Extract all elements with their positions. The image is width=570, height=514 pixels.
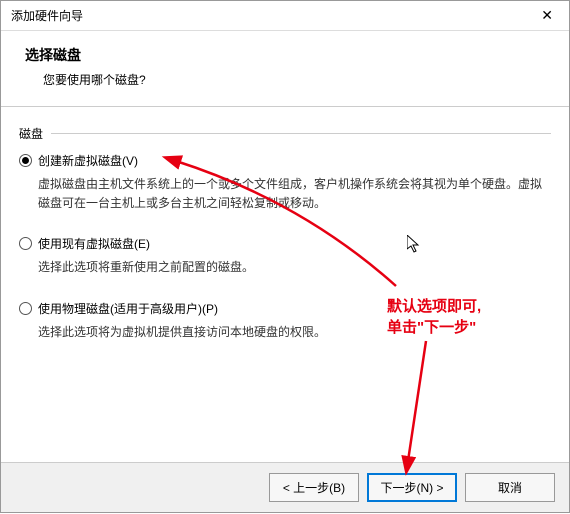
next-button[interactable]: 下一步(N) > (367, 473, 457, 502)
radio-icon (19, 237, 32, 250)
window-title: 添加硬件向导 (11, 7, 83, 24)
radio-create-disk[interactable]: 创建新虚拟磁盘(V) (19, 152, 551, 169)
radio-existing-disk[interactable]: 使用现有虚拟磁盘(E) (19, 235, 551, 252)
radio-icon (19, 154, 32, 167)
page-subtitle: 您要使用哪个磁盘? (43, 71, 545, 88)
option-description: 选择此选项将重新使用之前配置的磁盘。 (38, 258, 551, 277)
radio-icon (19, 302, 32, 315)
fieldset-label: 磁盘 (19, 127, 43, 141)
option-label: 创建新虚拟磁盘(V) (38, 152, 138, 169)
page-title: 选择磁盘 (25, 45, 545, 65)
divider (51, 133, 551, 134)
cancel-button[interactable]: 取消 (465, 473, 555, 502)
back-button[interactable]: < 上一步(B) (269, 473, 359, 502)
option-label: 使用现有虚拟磁盘(E) (38, 235, 150, 252)
option-label: 使用物理磁盘(适用于高级用户)(P) (38, 300, 218, 317)
annotation-text: 默认选项即可,单击"下一步" (387, 296, 481, 338)
cursor-icon (407, 235, 423, 255)
option-description: 虚拟磁盘由主机文件系统上的一个或多个文件组成，客户机操作系统会将其视为单个硬盘。… (38, 175, 551, 213)
close-icon[interactable]: ✕ (535, 7, 559, 24)
